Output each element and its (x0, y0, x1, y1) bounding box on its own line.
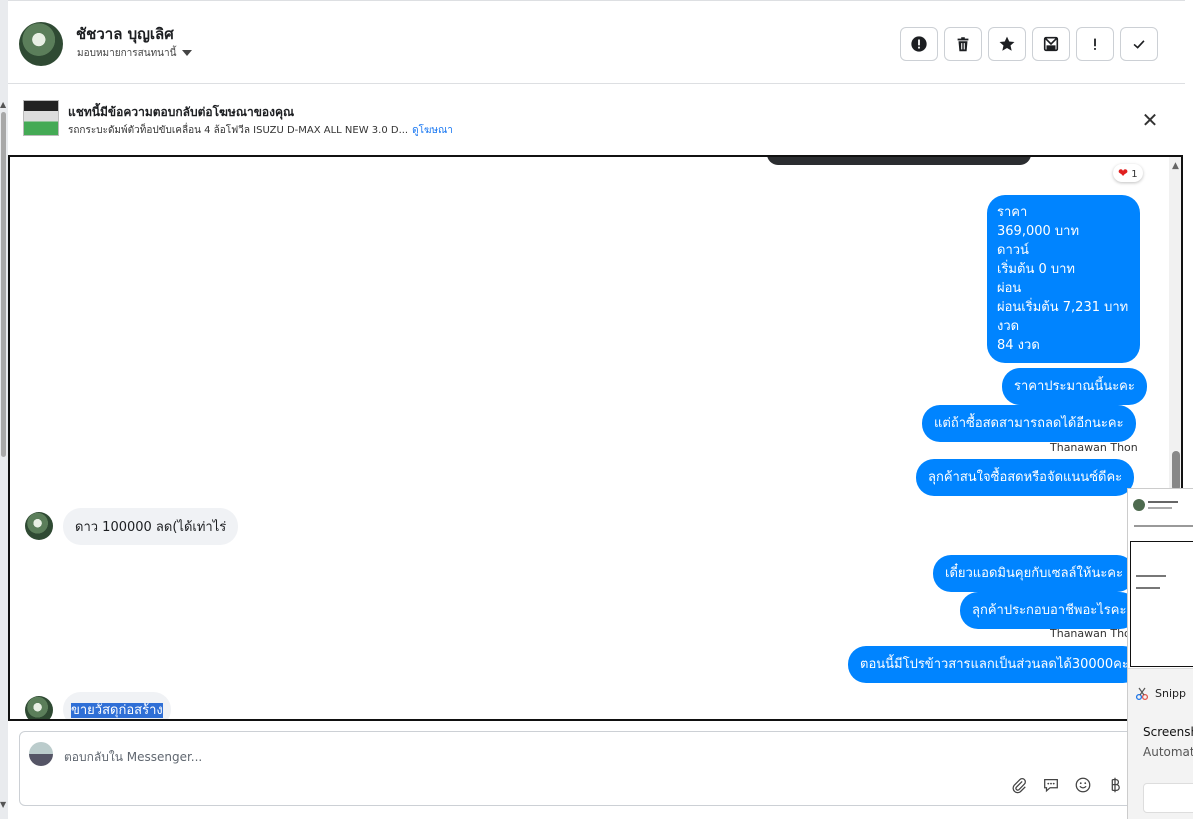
contact-avatar[interactable] (25, 512, 53, 540)
reply-composer[interactable]: ตอบกลับใน Messenger... (19, 731, 1134, 806)
ad-banner-title: แชทนี้มีข้อความตอบกลับต่อโฆษณาของคุณ (68, 105, 295, 119)
page-scrollbar-thumb[interactable] (1, 112, 6, 457)
conversation-header: ชัชวาล บุญเลิศ มอบหมายการสนทนานี้ (8, 0, 1185, 84)
preview-line (1136, 575, 1166, 577)
notification-action-button[interactable] (1143, 783, 1193, 813)
ad-reply-banner: แชทนี้มีข้อความตอบกลับต่อโฆษณาของคุณ รถก… (8, 85, 1185, 155)
sender-name: Thanawan Thon (1050, 441, 1138, 454)
message-bubble-incoming[interactable]: ดาว 100000 ลด(ได้เท่าไร่ (63, 508, 239, 545)
ad-thumbnail[interactable] (23, 100, 59, 136)
page-avatar (29, 742, 53, 766)
emoji-icon[interactable] (1074, 776, 1092, 794)
price-line: ดาวน์ (997, 243, 1029, 258)
sender-name: Thanawan Thon (1050, 627, 1138, 640)
message-thread[interactable]: ❤ 1 ราคา 369,000 บาท ดาวน์ เริ่มต้น 0 บา… (8, 155, 1183, 721)
reaction-count: 1 (1131, 169, 1138, 180)
saved-reply-icon[interactable] (1042, 776, 1060, 794)
page-scrollbar[interactable]: ▲ ▼ (0, 0, 8, 819)
message-bubble-outgoing[interactable]: ลุกค้าประกอบอาชีพอะไรคะ (960, 592, 1139, 629)
preview-line (1148, 501, 1178, 503)
notification-subtitle: Automat (1143, 745, 1193, 759)
price-line: 369,000 บาท (997, 224, 1080, 239)
done-button[interactable] (1120, 27, 1158, 61)
message-bubble-outgoing[interactable]: ตอนนี้มีโปรข้าวสารแลกเป็นส่วนลดได้30000ค… (848, 646, 1141, 683)
preview-avatar (1133, 499, 1145, 511)
ad-banner-subtitle: รถกระบะดัมพ์ตัวท็อปขับเคลื่อน 4 ล้อโฟวีล… (68, 123, 453, 138)
price-line: งวด (997, 319, 1020, 334)
message-bubble-outgoing[interactable]: ลุกค้าสนใจซื้อสดหรือจัดแนนซ์ดีคะ (916, 459, 1135, 496)
scissors-icon (1135, 687, 1149, 701)
spam-button[interactable] (1076, 27, 1114, 61)
alert-circle-icon (911, 36, 927, 52)
screenshot-preview[interactable] (1128, 489, 1193, 669)
notification-title: Screensh (1143, 725, 1193, 739)
smiley-graphic (1075, 777, 1091, 793)
scroll-up-icon[interactable]: ▲ (0, 100, 6, 109)
close-icon[interactable]: ✕ (1139, 109, 1161, 131)
price-line: ผ่อนเริ่มต้น 7,231 บาท (997, 300, 1129, 315)
contact-avatar[interactable] (25, 696, 53, 719)
reply-input[interactable]: ตอบกลับใน Messenger... (64, 748, 202, 767)
baht-graphic (1111, 777, 1120, 793)
heart-icon: ❤ (1118, 166, 1129, 180)
paperclip-graphic (1012, 778, 1026, 794)
assign-conversation-dropdown[interactable]: มอบหมายการสนทนานี้ (77, 46, 193, 61)
message-bubble-outgoing[interactable]: เดี๋ยวแอดมินคุยกับเซลล์ให้นะคะ (933, 555, 1135, 592)
star-icon (999, 36, 1015, 51)
mark-unread-icon (1043, 36, 1059, 52)
message-bubble-incoming[interactable]: ขายวัสดุก่อสร้าง (63, 692, 171, 719)
snipping-app-name: Snipp (1155, 687, 1186, 700)
conversation-toolbar (900, 27, 1158, 61)
exclamation-icon (1094, 38, 1096, 50)
trash-icon (957, 37, 969, 52)
preview-line (1148, 507, 1172, 509)
composer-actions (1010, 776, 1124, 794)
price-line: เริ่มต้น 0 บาท (997, 262, 1075, 277)
scroll-down-icon[interactable]: ▼ (0, 800, 6, 809)
ad-description: รถกระบะดัมพ์ตัวท็อปขับเคลื่อน 4 ล้อโฟวีล… (68, 125, 409, 136)
mark-unread-button[interactable] (1032, 27, 1070, 61)
scroll-up-icon[interactable]: ▲ (1172, 161, 1179, 171)
price-line: ผ่อน (997, 281, 1022, 296)
attachment-icon[interactable] (1010, 776, 1028, 794)
flag-button[interactable] (900, 27, 938, 61)
price-line: ราคา (997, 205, 1028, 220)
message-bubble-price-details[interactable]: ราคา 369,000 บาท ดาวน์ เริ่มต้น 0 บาท ผ่… (987, 195, 1140, 363)
preview-line (1136, 587, 1160, 589)
reaction-badge[interactable]: ❤ 1 (1113, 164, 1143, 182)
star-button[interactable] (988, 27, 1026, 61)
baht-icon[interactable] (1106, 776, 1124, 794)
assign-label: มอบหมายการสนทนานี้ (77, 48, 177, 59)
message-bubble-outgoing[interactable] (767, 157, 1031, 165)
snipping-app-label: Snipp (1135, 687, 1186, 701)
price-line: 84 งวด (997, 338, 1040, 353)
messenger-inbox-page: ▲ ▼ ชัชวาล บุญเลิศ มอบหมายการสนทนานี้ แช… (0, 0, 1193, 819)
snipping-tool-notification[interactable]: Snipp Screensh Automat (1127, 488, 1193, 819)
chat-bubble-graphic (1044, 778, 1058, 793)
message-bubble-outgoing[interactable]: ราคาประมาณนี้นะคะ (1002, 368, 1147, 405)
contact-avatar[interactable] (19, 22, 63, 66)
selected-text: ขายวัสดุก่อสร้าง (71, 703, 163, 718)
scissors-graphic (1135, 687, 1149, 701)
preview-line (1134, 525, 1193, 527)
preview-frame (1130, 541, 1193, 667)
caret-down-icon (182, 50, 193, 56)
check-icon (1133, 40, 1145, 49)
contact-name[interactable]: ชัชวาล บุญเลิศ (76, 22, 174, 46)
view-ad-link[interactable]: ดูโฆษณา (412, 125, 453, 136)
thread-scrollbar-thumb[interactable] (1172, 451, 1180, 491)
message-bubble-outgoing[interactable]: แต่ถ้าซื้อสดสามารถลดได้อีกนะคะ (922, 405, 1136, 442)
delete-button[interactable] (944, 27, 982, 61)
